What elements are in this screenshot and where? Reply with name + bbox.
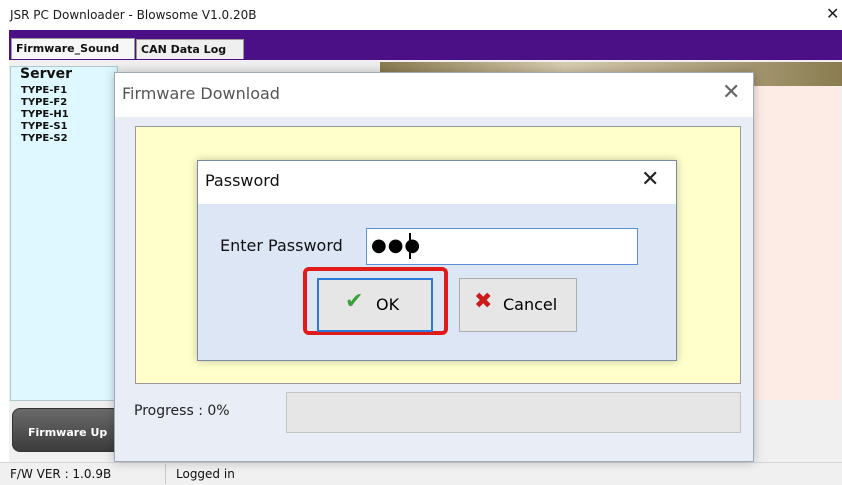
right-panel [740,86,840,400]
server-item-type-h1[interactable]: TYPE-H1 [21,109,69,121]
tab-firmware-sound[interactable]: Firmware_Sound [11,38,135,59]
cancel-button-label: Cancel [503,295,558,314]
firmware-dialog-title: Firmware Download [122,84,280,103]
password-dialog-close-icon[interactable]: ✕ [641,167,659,192]
server-item-type-f2[interactable]: TYPE-F2 [21,97,67,109]
text-caret [409,233,411,259]
tab-can-data-log[interactable]: CAN Data Log [136,39,244,59]
server-item-type-s1[interactable]: TYPE-S1 [21,121,68,133]
app-title: JSR PC Downloader - Blowsome V1.0.20B [10,8,257,22]
x-icon: ✖ [474,289,493,314]
server-item-type-s2[interactable]: TYPE-S2 [21,133,68,145]
server-item-type-f1[interactable]: TYPE-F1 [21,85,67,97]
ok-button-label: OK [376,295,400,314]
status-divider [165,464,166,484]
server-list-header: Server [20,66,73,82]
password-label: Enter Password [220,236,343,255]
firmware-dialog-close-icon[interactable]: ✕ [722,80,740,105]
app-close-icon[interactable]: ✕ [826,4,839,23]
firmware-version: F/W VER : 1.0.9B [10,467,112,481]
server-list: TYPE-F1 TYPE-F2 TYPE-H1 TYPE-S1 TYPE-S2 [10,66,118,401]
status-bar [0,462,842,485]
ok-button[interactable] [317,278,433,332]
login-status: Logged in [176,467,235,481]
progress-bar [286,392,741,433]
tab-strip: Firmware_Sound CAN Data Log [9,30,842,60]
firmware-update-button[interactable]: Firmware Up [12,408,122,452]
check-icon: ✔ [345,289,364,314]
progress-label: Progress : 0% [134,403,230,419]
password-dialog-title: Password [205,171,280,190]
password-input[interactable]: ●●● [366,228,638,265]
